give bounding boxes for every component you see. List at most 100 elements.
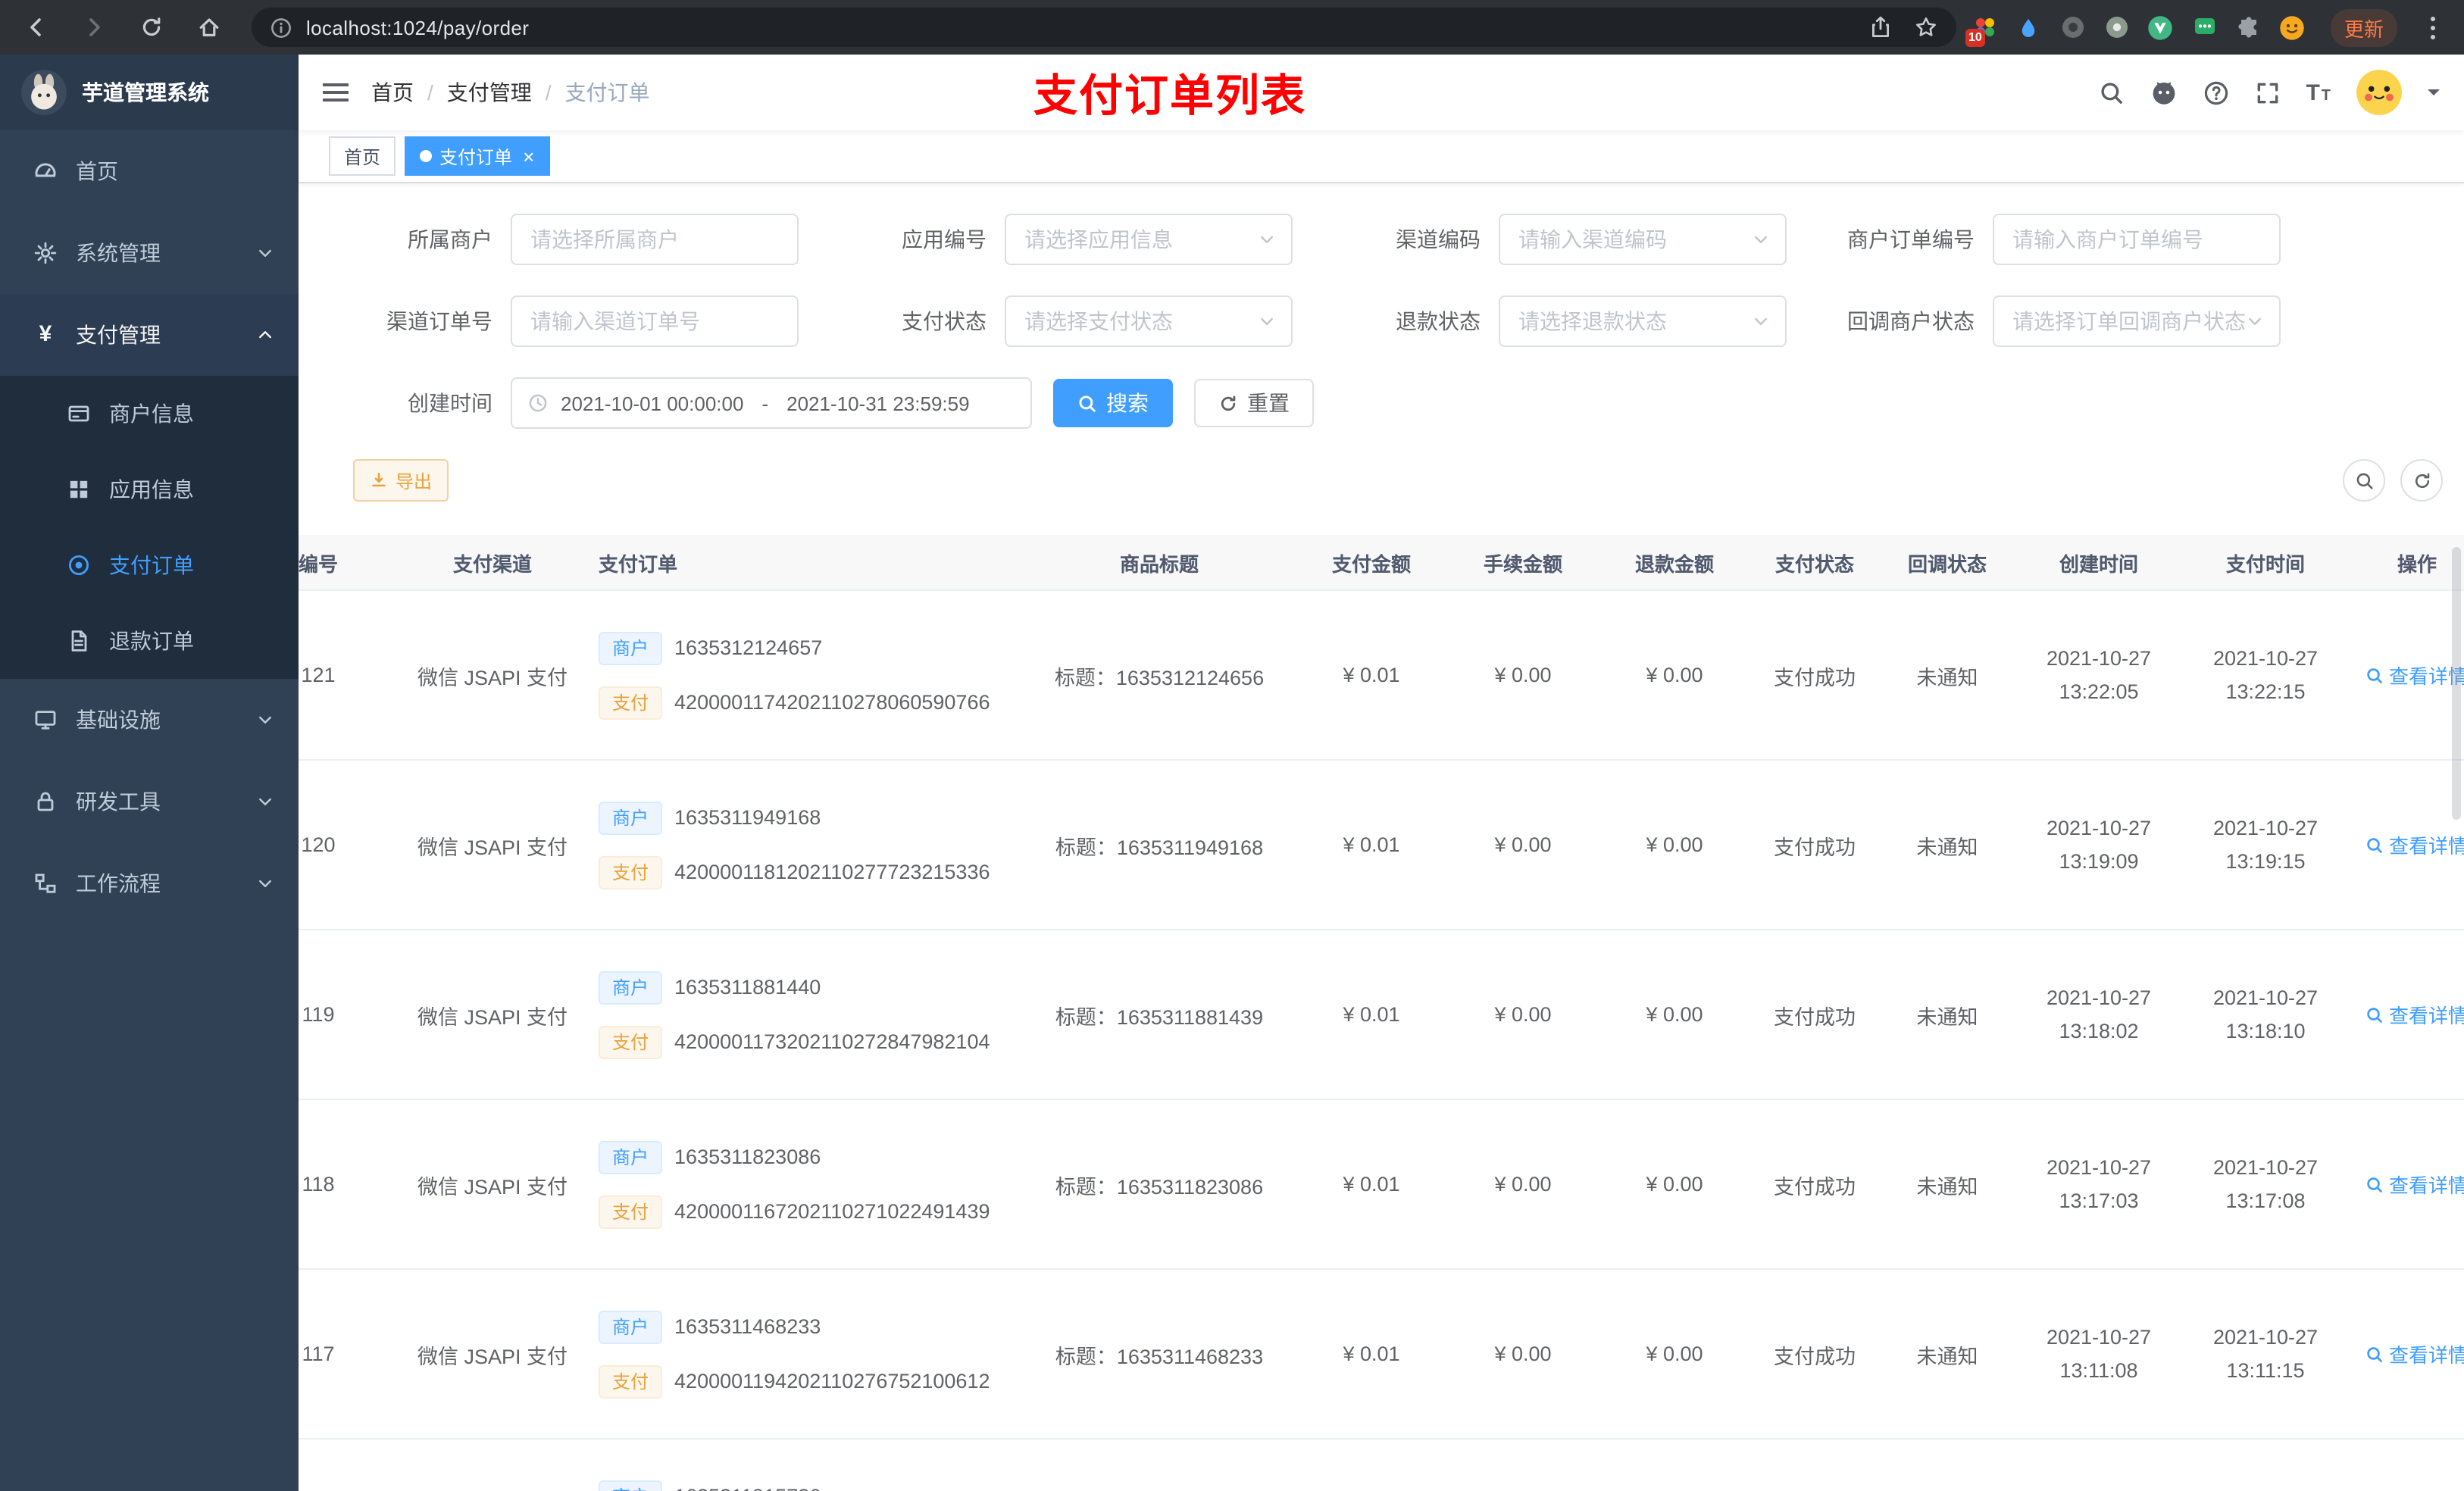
sidebar-item-refund-order[interactable]: 退款订单 (0, 603, 299, 679)
fee-amount-cell: ¥ 0.00 (1494, 1343, 1552, 1365)
select-placeholder: 请选择支付状态 (1024, 309, 1173, 333)
extension-chat-icon[interactable] (2191, 14, 2219, 41)
table-body: 121 微信 JSAPI 支付 商户 1635312124657 支付 4200… (299, 591, 2464, 1491)
avatar-caret-icon[interactable] (2428, 89, 2440, 102)
action-cell: 查看详情 (2349, 1170, 2464, 1199)
refund-status-filter-select[interactable]: 请选择退款状态 (1499, 295, 1787, 347)
reset-button[interactable]: 重置 (1194, 379, 1314, 427)
workflow-icon (35, 874, 56, 893)
extension-colordots-icon[interactable]: 10 (1965, 14, 1999, 47)
sidebar-toggle-button[interactable] (299, 55, 371, 130)
filter-field: 支付状态 请选择支付状态 (823, 295, 1317, 347)
user-avatar[interactable] (2356, 70, 2402, 115)
site-info-icon[interactable] (270, 16, 292, 39)
browser-reload-button[interactable] (133, 9, 170, 45)
sidebar-item-payment[interactable]: ¥ 支付管理 (0, 294, 299, 376)
app-id-filter-select[interactable]: 请选择应用信息 (1005, 214, 1293, 265)
sidebar-item-label: 系统管理 (76, 241, 161, 265)
address-bar[interactable]: localhost:1024/pay/order (252, 8, 1956, 47)
pay-tag: 支付 (599, 686, 663, 719)
merchant-order-no-filter-input[interactable] (1993, 214, 2281, 265)
search-icon (2368, 667, 2383, 683)
breadcrumb-home[interactable]: 首页 (371, 77, 414, 108)
sidebar-item-label: 首页 (76, 159, 118, 183)
sidebar-item-label: 支付订单 (109, 553, 194, 577)
extension-gray-circle2-icon[interactable] (2103, 14, 2131, 41)
tab-pay-order[interactable]: 支付订单 × (405, 136, 550, 176)
pay-status-cell: 支付成功 (1774, 666, 1856, 689)
sidebar-item-merchant-info[interactable]: 商户信息 (0, 376, 299, 452)
breadcrumb-pay-manage[interactable]: 支付管理 (447, 77, 532, 108)
view-detail-label: 查看详情 (2388, 835, 2464, 858)
channel-pay-no: 4200001167202110271022491439 (674, 1200, 990, 1223)
channel-code-filter-select[interactable]: 请输入渠道编码 (1499, 214, 1787, 265)
tab-close-icon[interactable]: × (523, 146, 534, 166)
create-time-range[interactable]: 2021-10-01 00:00:00 - 2021-10-31 23:59:5… (511, 377, 1032, 429)
sidebar-item-label: 基础设施 (76, 708, 161, 732)
extension-drop-icon[interactable] (2015, 14, 2043, 41)
export-button[interactable]: 导出 (353, 459, 449, 502)
extension-vue-icon[interactable] (2147, 14, 2175, 41)
chevron-down-icon (2249, 317, 2261, 325)
sidebar-item-system[interactable]: 系统管理 (0, 212, 299, 294)
bookmark-star-icon[interactable] (1914, 15, 1938, 39)
refresh-table-button[interactable] (2400, 459, 2443, 502)
tab-home[interactable]: 首页 (329, 136, 396, 176)
view-detail-link[interactable]: 查看详情 (2366, 830, 2464, 859)
notify-status-filter-select[interactable]: 请选择订单回调商户状态 (1993, 295, 2281, 347)
create-time-cell: 2021-10-27 13:17:03 (2046, 1155, 2152, 1211)
search-button[interactable]: 搜索 (1053, 379, 1173, 427)
view-detail-label: 查看详情 (2388, 1005, 2464, 1027)
pay-time-cell: 2021-10-27 13:17:08 (2212, 1155, 2319, 1211)
merchant-tag: 商户 (599, 1140, 663, 1174)
share-icon[interactable] (1868, 15, 1893, 39)
sidebar-item-home[interactable]: 首页 (0, 130, 299, 212)
sidebar-item-app-info[interactable]: 应用信息 (0, 452, 299, 527)
help-button[interactable] (2203, 80, 2228, 105)
merchant-order-no: 1635311949168 (674, 806, 821, 829)
view-detail-link[interactable]: 查看详情 (2366, 661, 2464, 689)
tab-label: 支付订单 (439, 146, 513, 167)
browser-update-button[interactable]: 更新 (2330, 8, 2397, 46)
browser-menu-icon[interactable] (2419, 14, 2446, 41)
breadcrumb: 首页 / 支付管理 / 支付订单 (371, 77, 650, 108)
chevron-down-icon (259, 249, 271, 257)
vertical-scrollbar[interactable] (2452, 547, 2461, 820)
pay-order-cell: 商户 1635311949168 支付 42000011812021102777… (583, 801, 1023, 889)
header-search-button[interactable] (2098, 80, 2124, 105)
filter-row-2: 渠道订单号 支付状态 请选择支付状态 退款状态 请选择退款状态 (299, 295, 2464, 347)
yen-icon: ¥ (39, 321, 52, 347)
sidebar-item-workflow[interactable]: 工作流程 (0, 842, 299, 924)
font-size-button[interactable]: TT (2306, 81, 2331, 104)
sidebar-item-pay-order[interactable]: 支付订单 (0, 527, 299, 603)
lock-icon (37, 792, 54, 811)
merchant-filter-input[interactable] (511, 214, 799, 265)
extensions-puzzle-icon[interactable] (2235, 14, 2262, 41)
channel-order-no-filter-input[interactable] (511, 295, 799, 347)
github-link-button[interactable] (2150, 79, 2177, 106)
pay-status-filter-select[interactable]: 请选择支付状态 (1005, 295, 1293, 347)
browser-back-button[interactable] (18, 9, 55, 45)
view-detail-link[interactable]: 查看详情 (2366, 1170, 2464, 1199)
document-icon (71, 630, 87, 652)
extension-gray-circle-icon[interactable] (2059, 14, 2087, 41)
view-detail-label: 查看详情 (2388, 1174, 2464, 1197)
view-detail-label: 查看详情 (2388, 1344, 2464, 1367)
browser-home-button[interactable] (191, 9, 227, 45)
col-header-channel: 支付渠道 (452, 552, 532, 575)
profile-emoji-icon[interactable] (2279, 14, 2306, 41)
app-id-filter-label: 应用编号 (902, 227, 987, 252)
breadcrumb-separator: / (427, 80, 433, 105)
view-detail-link[interactable]: 查看详情 (2366, 1000, 2464, 1029)
select-placeholder: 请输入渠道编码 (1518, 227, 1667, 252)
filter-field: 创建时间 2021-10-01 00:00:00 - 2021-10-31 23… (329, 377, 1032, 429)
table-row: 118 微信 JSAPI 支付 商户 1635311823086 支付 4200… (299, 1100, 2464, 1270)
browser-forward-button[interactable] (76, 9, 112, 45)
channel-pay-no: 4200001173202110272847982104 (674, 1030, 990, 1053)
sidebar-item-infra[interactable]: 基础设施 (0, 679, 299, 761)
toggle-search-button[interactable] (2343, 459, 2385, 502)
fullscreen-button[interactable] (2254, 80, 2280, 105)
view-detail-link[interactable]: 查看详情 (2366, 1339, 2464, 1368)
chevron-down-icon (1261, 317, 1273, 325)
sidebar-item-dev-tools[interactable]: 研发工具 (0, 761, 299, 842)
